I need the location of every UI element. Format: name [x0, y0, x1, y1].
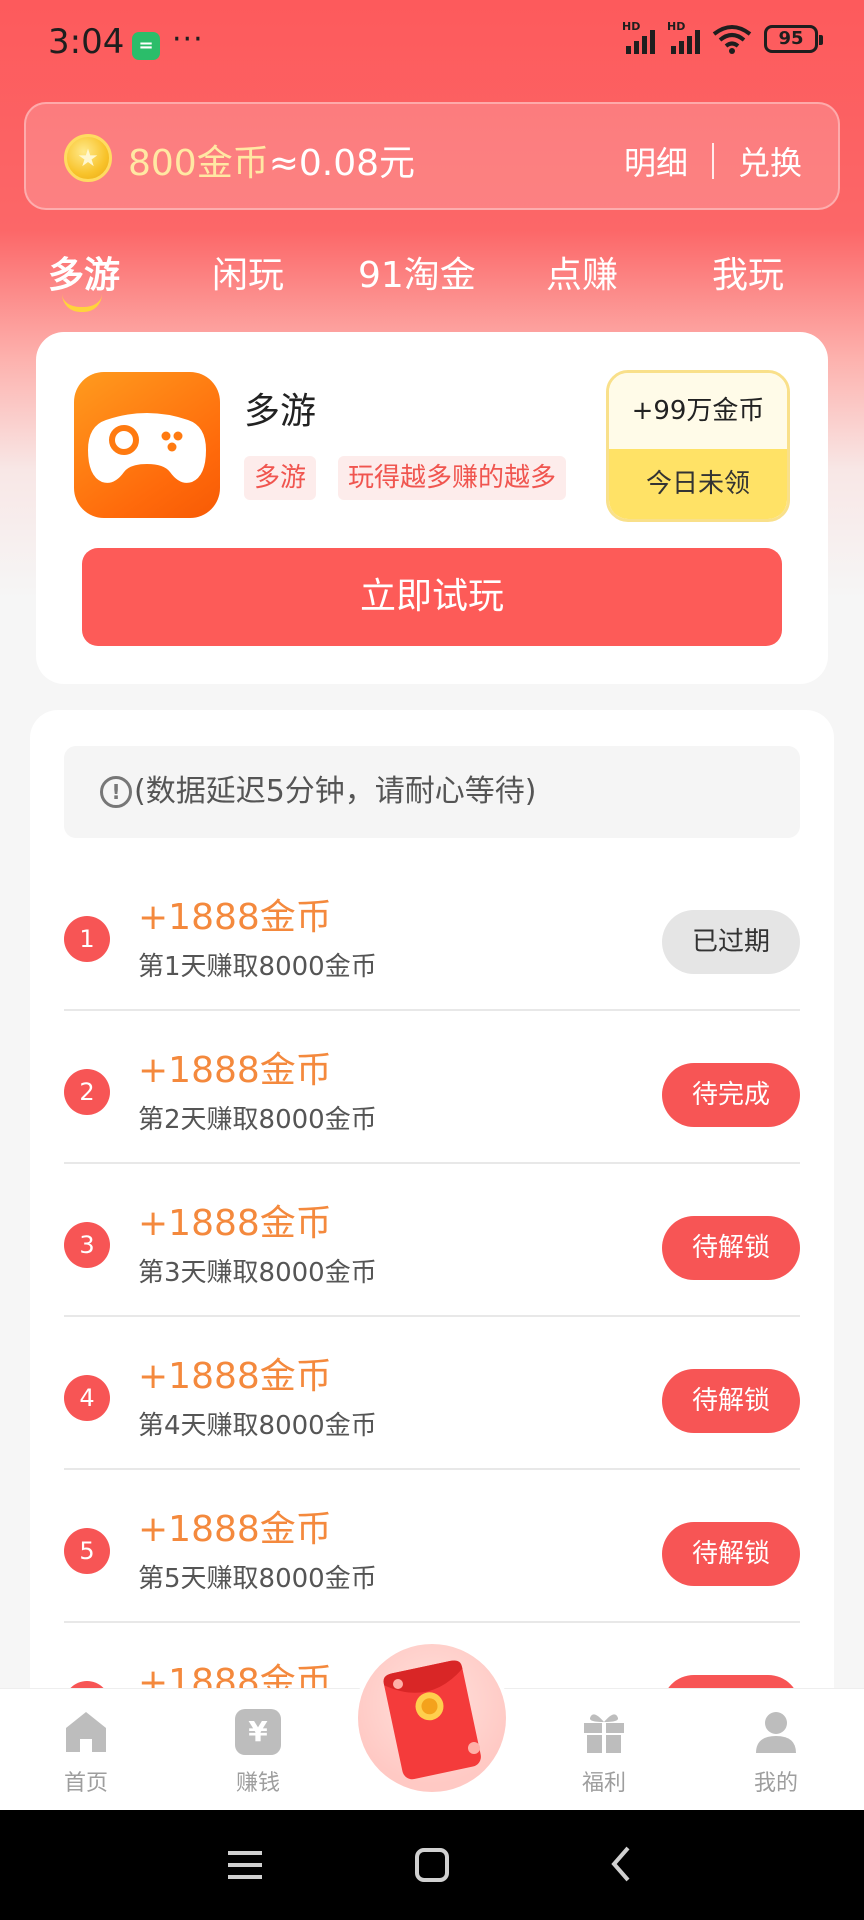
tab-xianwan[interactable]: 闲玩: [212, 246, 284, 298]
task-reward: +1888金币: [138, 897, 332, 938]
task-description: 第1天赚取8000金币: [138, 952, 377, 982]
tab-dianzhuan[interactable]: 点赚: [546, 246, 618, 298]
daily-reward-box[interactable]: +99万金币 今日未领: [606, 370, 790, 522]
coin-links: 明细 兑换: [624, 138, 802, 184]
task-status-button[interactable]: 待完成: [662, 1063, 800, 1127]
coin-balance: 800金币≈0.08元: [128, 134, 415, 186]
tab-91taojin[interactable]: 91淘金: [358, 246, 476, 298]
message-notification-icon: =: [132, 32, 160, 60]
coin-amount: 800金币: [128, 143, 269, 184]
task-number: 3: [64, 1222, 110, 1268]
info-icon: !: [100, 776, 132, 808]
red-packet-icon: [383, 1660, 481, 1780]
red-packet-button[interactable]: [358, 1644, 506, 1792]
nav-label: 赚钱: [235, 1771, 280, 1796]
tab-duoyou[interactable]: 多游: [48, 246, 120, 298]
profile-icon: [756, 1712, 796, 1753]
task-reward: +1888金币: [138, 1509, 332, 1550]
yen-icon: ¥: [235, 1709, 281, 1755]
nav-label: 我的: [753, 1771, 798, 1796]
task-status-button[interactable]: 已过期: [662, 910, 800, 974]
data-delay-notice: ! (数据延迟5分钟，请耐心等待): [64, 746, 800, 838]
task-status-button[interactable]: 待解锁: [662, 1369, 800, 1433]
task-reward: +1888金币: [138, 1050, 332, 1091]
task-reward: +1888金币: [138, 1203, 332, 1244]
task-row: 3 +1888金币 第3天赚取8000金币 待解锁: [64, 1164, 800, 1317]
task-description: 第4天赚取8000金币: [138, 1411, 377, 1441]
task-number: 2: [64, 1069, 110, 1115]
nav-label: 首页: [63, 1771, 108, 1796]
tab-wowan[interactable]: 我玩: [712, 246, 784, 298]
task-number: 1: [64, 916, 110, 962]
gamepad-app-icon[interactable]: [74, 372, 220, 518]
coin-icon: [64, 134, 112, 182]
exchange-link[interactable]: 兑换: [738, 138, 802, 184]
task-row: 4 +1888金币 第4天赚取8000金币 待解锁: [64, 1317, 800, 1470]
signal-icon: HD: [667, 20, 700, 54]
nav-welfare[interactable]: 福利: [554, 1709, 654, 1797]
nav-earn[interactable]: ¥ 赚钱: [208, 1709, 308, 1797]
task-row: 2 +1888金币 第2天赚取8000金币 待完成: [64, 1011, 800, 1164]
signal-icon: HD: [622, 20, 655, 54]
task-status-button[interactable]: 待解锁: [662, 1522, 800, 1586]
reward-status: 今日未领: [609, 449, 787, 519]
home-icon: [66, 1712, 106, 1752]
task-number: 5: [64, 1528, 110, 1574]
reward-amount: +99万金币: [609, 373, 787, 449]
coin-balance-bar: 800金币≈0.08元 明细 兑换: [24, 102, 840, 210]
game-slogan-tag: 玩得越多赚的越多: [338, 456, 567, 500]
home-square-icon[interactable]: [414, 1847, 450, 1883]
battery-icon: 95: [764, 25, 823, 53]
gift-icon: [584, 1714, 624, 1753]
nav-home[interactable]: 首页: [36, 1709, 136, 1797]
task-description: 第3天赚取8000金币: [138, 1258, 377, 1288]
notice-text: (数据延迟5分钟，请耐心等待): [134, 774, 537, 809]
detail-link[interactable]: 明细: [624, 138, 688, 184]
divider: [711, 143, 714, 179]
game-card: 多游 多游 玩得越多赚的越多 +99万金币 今日未领 立即试玩: [36, 332, 828, 684]
nav-profile[interactable]: 我的: [726, 1709, 826, 1797]
menu-icon[interactable]: [226, 1848, 266, 1882]
task-status-button[interactable]: 待解锁: [662, 1216, 800, 1280]
task-row: 5 +1888金币 第5天赚取8000金币 待解锁: [64, 1470, 800, 1623]
system-nav-bar: [0, 1810, 864, 1920]
active-tab-indicator: [62, 294, 102, 312]
status-indicators: HD HD 95: [622, 20, 823, 54]
task-reward: +1888金币: [138, 1356, 332, 1397]
nav-label: 福利: [581, 1771, 626, 1796]
task-number: 4: [64, 1375, 110, 1421]
game-tag: 多游: [244, 456, 317, 500]
game-title: 多游: [244, 391, 317, 432]
task-description: 第2天赚取8000金币: [138, 1105, 377, 1135]
wifi-icon: [712, 25, 752, 54]
more-notifications-icon: ···: [172, 22, 204, 57]
task-description: 第5天赚取8000金币: [138, 1564, 377, 1594]
task-row: 1 +1888金币 第1天赚取8000金币 已过期: [64, 858, 800, 1011]
back-icon[interactable]: [606, 1844, 636, 1884]
status-bar: 3:04 = ··· HD HD 95: [0, 0, 864, 90]
platform-tabs: 多游 闲玩 91淘金 点赚 我玩: [0, 246, 864, 316]
try-now-button[interactable]: 立即试玩: [82, 548, 782, 646]
status-time: 3:04: [48, 22, 125, 62]
coin-equivalent: ≈0.08元: [268, 143, 416, 184]
